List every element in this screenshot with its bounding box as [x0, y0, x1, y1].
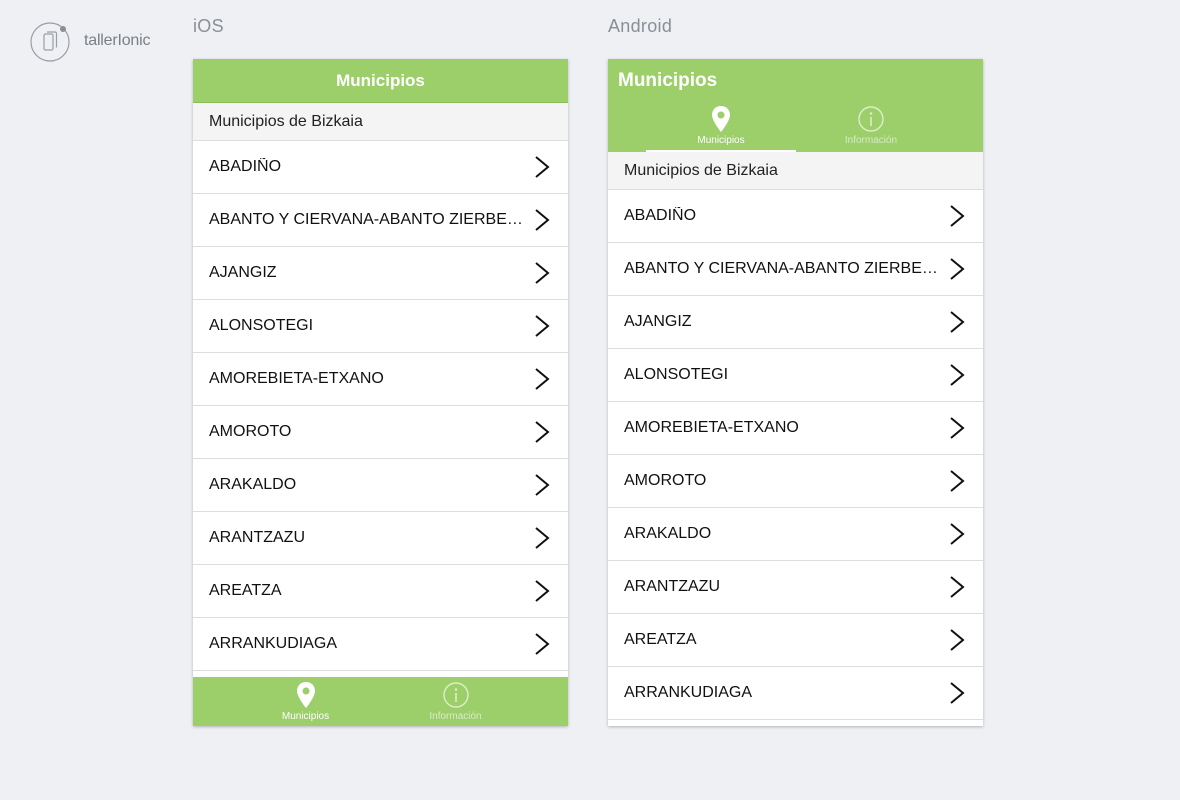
- list-item[interactable]: AMOROTO: [193, 406, 568, 459]
- chevron-right-icon: [535, 156, 550, 178]
- chevron-right-icon: [950, 470, 965, 492]
- chevron-right-icon: [950, 682, 965, 704]
- list-item[interactable]: ARAKALDO: [608, 508, 983, 561]
- list-item[interactable]: ARRANKUDIAGA: [193, 618, 568, 671]
- list-item-label: ABANTO Y CIERVANA-ABANTO ZIERBENA: [624, 260, 945, 277]
- tab-informacion[interactable]: Información: [796, 103, 946, 152]
- list-item-label: ARRANKUDIAGA: [624, 684, 753, 701]
- android-device-preview: Municipios Municipios Información Munici…: [608, 59, 983, 726]
- android-section-header: Municipios de Bizkaia: [608, 152, 983, 190]
- tab-label: Municipios: [281, 711, 330, 722]
- ios-section-header: Municipios de Bizkaia: [193, 103, 568, 141]
- tab-municipios[interactable]: Municipios: [646, 103, 796, 152]
- chevron-right-icon: [535, 421, 550, 443]
- chevron-right-icon: [950, 417, 965, 439]
- info-icon: [858, 106, 884, 132]
- ios-tab-bar: Municipios Información: [193, 677, 568, 726]
- list-item[interactable]: AJANGIZ: [193, 247, 568, 300]
- chevron-right-icon: [535, 474, 550, 496]
- ios-device-preview: Municipios Municipios de Bizkaia ABADIÑO…: [193, 59, 568, 726]
- list-item[interactable]: ABADIÑO: [193, 141, 568, 194]
- android-platform-label: Android: [608, 16, 673, 36]
- chevron-right-icon: [950, 311, 965, 333]
- brand-logo: tallerIonic: [30, 22, 151, 62]
- list-item[interactable]: AREATZA: [608, 614, 983, 667]
- list-item-label: AREATZA: [209, 582, 282, 599]
- list-item-label: ARRANKUDIAGA: [209, 635, 338, 652]
- location-pin-icon: [296, 682, 315, 708]
- list-item[interactable]: AJANGIZ: [608, 296, 983, 349]
- list-item-label: ABADIÑO: [624, 207, 697, 224]
- chevron-right-icon: [950, 523, 965, 545]
- chevron-right-icon: [535, 368, 550, 390]
- ios-nav-bar: Municipios: [193, 59, 568, 103]
- list-item[interactable]: ABANTO Y CIERVANA-ABANTO ZIERBENA: [608, 243, 983, 296]
- android-page-title: Municipios: [618, 70, 718, 91]
- list-item-label: ALONSOTEGI: [624, 366, 729, 383]
- list-item-label: AMOROTO: [624, 472, 707, 489]
- ios-page-title: Municipios: [336, 70, 425, 90]
- tab-informacion[interactable]: Información: [381, 677, 531, 726]
- android-municipios-list: ABADIÑO ABANTO Y CIERVANA-ABANTO ZIERBEN…: [608, 190, 983, 720]
- tab-label: Municipios: [697, 135, 745, 146]
- tab-municipios[interactable]: Municipios: [231, 677, 381, 726]
- ios-platform-label: iOS: [193, 16, 224, 36]
- chevron-right-icon: [950, 364, 965, 386]
- list-item-label: AJANGIZ: [209, 264, 277, 281]
- chevron-right-icon: [535, 315, 550, 337]
- chevron-right-icon: [950, 258, 965, 280]
- list-item-label: AJANGIZ: [624, 313, 692, 330]
- list-item[interactable]: ALONSOTEGI: [193, 300, 568, 353]
- list-item-label: ARANTZAZU: [624, 578, 720, 595]
- info-icon: [442, 682, 469, 708]
- list-item-label: ARAKALDO: [624, 525, 712, 542]
- android-toolbar: Municipios Municipios Información: [608, 59, 983, 152]
- android-section-title: Municipios de Bizkaia: [624, 161, 778, 179]
- list-item[interactable]: ARAKALDO: [193, 459, 568, 512]
- list-item[interactable]: ALONSOTEGI: [608, 349, 983, 402]
- list-item[interactable]: ABADIÑO: [608, 190, 983, 243]
- list-item-label: AMOROTO: [209, 423, 292, 440]
- tab-label: Información: [844, 135, 898, 146]
- ios-section-title: Municipios de Bizkaia: [209, 112, 363, 130]
- chevron-right-icon: [535, 633, 550, 655]
- chevron-right-icon: [950, 576, 965, 598]
- chevron-right-icon: [950, 205, 965, 227]
- list-item[interactable]: ARRANKUDIAGA: [608, 667, 983, 720]
- list-item-label: AMOREBIETA-ETXANO: [209, 370, 384, 387]
- tab-label: Información: [429, 711, 482, 722]
- list-item-label: ARAKALDO: [209, 476, 297, 493]
- list-item[interactable]: AMOREBIETA-ETXANO: [193, 353, 568, 406]
- list-item-label: ABADIÑO: [209, 158, 282, 175]
- list-item[interactable]: ARANTZAZU: [193, 512, 568, 565]
- list-item[interactable]: AREATZA: [193, 565, 568, 618]
- chevron-right-icon: [535, 262, 550, 284]
- list-item[interactable]: ABANTO Y CIERVANA-ABANTO ZIERBENA: [193, 194, 568, 247]
- ionic-logo-icon: [30, 22, 70, 62]
- chevron-right-icon: [535, 209, 550, 231]
- list-item-label: AREATZA: [624, 631, 697, 648]
- chevron-right-icon: [535, 580, 550, 602]
- ios-municipios-list: ABADIÑO ABANTO Y CIERVANA-ABANTO ZIERBEN…: [193, 141, 568, 671]
- list-item[interactable]: AMOROTO: [608, 455, 983, 508]
- chevron-right-icon: [535, 527, 550, 549]
- list-item[interactable]: AMOREBIETA-ETXANO: [608, 402, 983, 455]
- list-item-label: AMOREBIETA-ETXANO: [624, 419, 799, 436]
- list-item-label: ALONSOTEGI: [209, 317, 314, 334]
- brand-name: tallerIonic: [84, 32, 151, 49]
- android-tab-bar: Municipios Información: [646, 103, 946, 152]
- chevron-right-icon: [950, 629, 965, 651]
- list-item-label: ARANTZAZU: [209, 529, 305, 546]
- list-item[interactable]: ARANTZAZU: [608, 561, 983, 614]
- location-pin-icon: [712, 106, 730, 132]
- list-item-label: ABANTO Y CIERVANA-ABANTO ZIERBENA: [209, 211, 530, 228]
